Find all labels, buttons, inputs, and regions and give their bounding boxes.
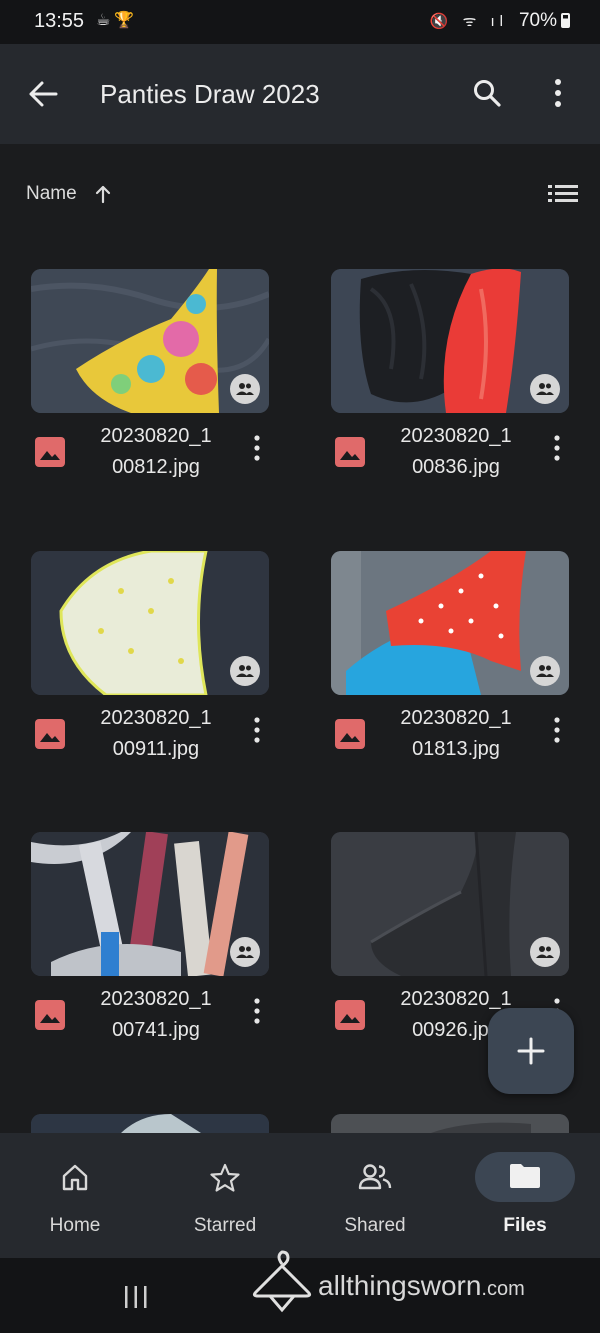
battery-icon <box>561 13 570 28</box>
file-more-options-icon[interactable] <box>553 435 561 466</box>
file-name: 20230820_1 00741.jpg <box>100 988 212 1041</box>
folder-icon <box>509 1163 541 1194</box>
file-thumbnail[interactable] <box>31 832 269 976</box>
shared-people-icon <box>530 374 560 404</box>
shared-people-icon <box>230 937 260 967</box>
watermark-text: allthingsworn.com <box>318 1270 525 1301</box>
image-file-icon <box>335 1000 365 1030</box>
image-file-icon <box>35 719 65 749</box>
system-status-icons: 🔇 ᯤ ıl <box>429 13 508 30</box>
file-thumbnail[interactable] <box>31 269 269 413</box>
nav-shared-label: Shared <box>344 1215 406 1236</box>
image-file-icon <box>335 437 365 467</box>
status-time: 13:55 <box>34 10 85 32</box>
new-file-fab-button[interactable] <box>488 1008 574 1094</box>
file-card[interactable]: 20230820_1 00836.jpg <box>331 269 569 489</box>
nav-files-label: Files <box>503 1215 547 1236</box>
file-thumbnail[interactable] <box>331 551 569 695</box>
more-options-icon[interactable] <box>553 78 563 113</box>
people-icon <box>358 1163 392 1196</box>
file-name: 20230820_1 00911.jpg <box>100 707 212 760</box>
watermark: allthingsworn.com <box>250 1250 600 1320</box>
sort-by-name-button[interactable]: Name <box>26 183 77 205</box>
file-thumbnail[interactable] <box>31 1114 269 1133</box>
file-card[interactable]: 20230820_1 01813.jpg <box>331 551 569 771</box>
star-icon <box>210 1163 240 1198</box>
home-icon <box>61 1163 89 1196</box>
file-thumbnail[interactable] <box>331 832 569 976</box>
file-card[interactable]: 20230820_1 00812.jpg <box>31 269 269 489</box>
hanger-logo-icon <box>250 1250 314 1323</box>
image-file-icon <box>35 437 65 467</box>
notification-icons: ☕🏆 <box>96 12 139 29</box>
shared-people-icon <box>530 656 560 686</box>
file-thumbnail[interactable] <box>331 269 569 413</box>
back-arrow-icon[interactable] <box>28 80 58 113</box>
nav-shared[interactable]: Shared <box>300 1133 450 1258</box>
sort-bar: Name <box>0 165 600 225</box>
battery-indicator: 70% <box>519 10 570 32</box>
file-name: 20230820_1 00812.jpg <box>100 425 212 478</box>
nav-starred-label: Starred <box>193 1215 257 1236</box>
sort-ascending-arrow-icon[interactable] <box>94 184 112 209</box>
file-thumbnail[interactable] <box>31 551 269 695</box>
list-view-icon[interactable] <box>548 185 578 208</box>
status-bar: 13:55 ☕🏆 🔇 ᯤ ıl 70% <box>0 0 600 44</box>
file-more-options-icon[interactable] <box>253 435 261 466</box>
bottom-navigation: Home Starred Shared Files <box>0 1133 600 1258</box>
file-more-options-icon[interactable] <box>553 717 561 748</box>
file-card[interactable]: 20230820_1 00911.jpg <box>31 551 269 771</box>
nav-files[interactable]: Files <box>450 1133 600 1258</box>
nav-home[interactable]: Home <box>0 1133 150 1258</box>
page-title: Panties Draw 2023 <box>100 79 320 109</box>
file-thumbnail[interactable] <box>331 1114 569 1133</box>
battery-percent: 70% <box>518 10 557 31</box>
file-name: 20230820_1 00836.jpg <box>400 425 512 478</box>
image-file-icon <box>35 1000 65 1030</box>
app-bar: Panties Draw 2023 <box>0 44 600 144</box>
file-name: 20230820_1 01813.jpg <box>400 707 512 760</box>
nav-home-label: Home <box>49 1215 101 1236</box>
file-card[interactable]: 20230820_1 00741.jpg <box>31 832 269 1052</box>
file-more-options-icon[interactable] <box>253 998 261 1029</box>
plus-icon <box>517 1037 545 1065</box>
shared-people-icon <box>230 656 260 686</box>
nav-starred[interactable]: Starred <box>150 1133 300 1258</box>
image-file-icon <box>335 719 365 749</box>
shared-people-icon <box>230 374 260 404</box>
file-more-options-icon[interactable] <box>253 717 261 748</box>
shared-people-icon <box>530 937 560 967</box>
search-icon[interactable] <box>472 78 502 113</box>
recent-apps-icon[interactable] <box>124 1286 148 1313</box>
